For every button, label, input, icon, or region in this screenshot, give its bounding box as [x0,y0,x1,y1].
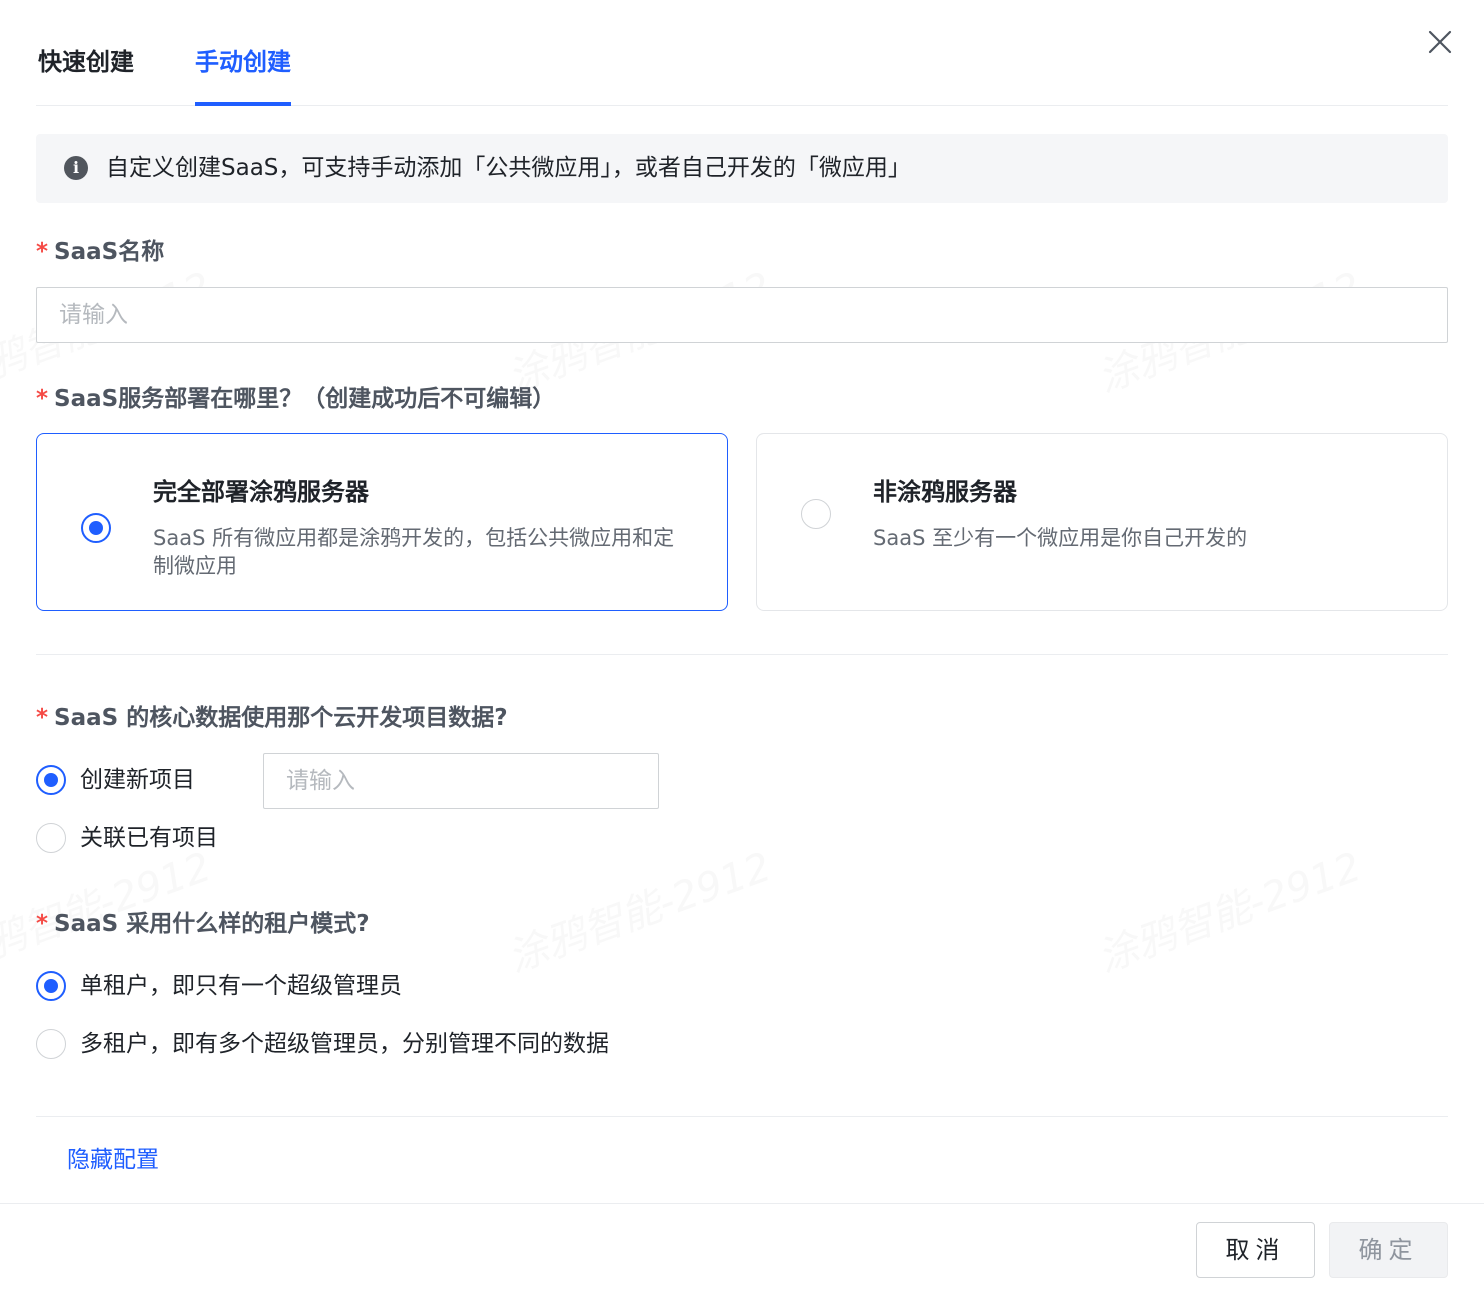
deploy-option-desc: SaaS 至少有一个微应用是你自己开发的 [873,526,1248,550]
info-text: 自定义创建SaaS，可支持手动添加「公共微应用」，或者自己开发的「微应用」 [106,155,911,181]
tenant-mode-label-text: SaaS 采用什么样的租户模式? [54,911,370,937]
deploy-option-title: 非涂鸦服务器 [873,478,1017,506]
deploy-label-text: SaaS服务部署在哪里？（创建成功后不可编辑） [54,386,556,412]
deploy-option-title: 完全部署涂鸦服务器 [153,478,369,506]
deploy-label: * SaaS服务部署在哪里？（创建成功后不可编辑） [36,383,555,415]
watermark: 涂鸦智能-2912 [501,843,778,982]
deploy-option-tuya[interactable]: 完全部署涂鸦服务器 SaaS 所有微应用都是涂鸦开发的，包括公共微应用和定制微应… [36,433,728,611]
divider [36,654,1448,655]
create-project-label: 创建新项目 [80,767,195,793]
tab-manual-create[interactable]: 手动创建 [195,44,291,106]
saas-name-input[interactable] [36,287,1448,343]
required-mark: * [36,911,49,937]
info-banner: i 自定义创建SaaS，可支持手动添加「公共微应用」，或者自己开发的「微应用」 [36,134,1448,203]
tenant-mode-label: * SaaS 采用什么样的租户模式? [36,908,370,940]
cancel-button[interactable]: 取消 [1196,1222,1315,1278]
saas-name-label: * SaaS名称 [36,236,164,268]
core-data-option-existing[interactable]: 关联已有项目 [36,818,276,858]
project-name-input[interactable] [263,753,659,809]
confirm-button[interactable]: 确定 [1329,1222,1448,1278]
required-mark: * [36,239,49,265]
tenant-option-multi[interactable]: 多租户，即有多个超级管理员，分别管理不同的数据 [36,1024,676,1064]
required-mark: * [36,386,49,412]
hide-config-link[interactable]: 隐藏配置 [67,1144,159,1176]
watermark: 涂鸦智能-2912 [1091,843,1368,982]
deploy-tuya-radio[interactable] [81,513,111,543]
core-data-option-new[interactable]: 创建新项目 [36,760,236,800]
tenant-option-single[interactable]: 单租户，即只有一个超级管理员 [36,966,456,1006]
divider [36,1116,1448,1117]
multi-tenant-label: 多租户，即有多个超级管理员，分别管理不同的数据 [80,1031,609,1057]
info-icon: i [64,156,88,180]
link-project-radio[interactable] [36,823,66,853]
single-tenant-radio[interactable] [36,971,66,1001]
core-data-label: * SaaS 的核心数据使用那个云开发项目数据? [36,702,508,734]
core-data-label-text: SaaS 的核心数据使用那个云开发项目数据? [54,705,508,731]
single-tenant-label: 单租户，即只有一个超级管理员 [80,973,402,999]
deploy-non-tuya-radio[interactable] [801,499,831,529]
create-project-radio[interactable] [36,765,66,795]
multi-tenant-radio[interactable] [36,1029,66,1059]
footer-divider [0,1203,1484,1204]
saas-name-label-text: SaaS名称 [54,239,165,265]
tab-quick-create[interactable]: 快速创建 [38,44,134,106]
close-icon[interactable] [1426,28,1454,56]
required-mark: * [36,705,49,731]
deploy-option-non-tuya[interactable]: 非涂鸦服务器 SaaS 至少有一个微应用是你自己开发的 [756,433,1448,611]
deploy-option-desc: SaaS 所有微应用都是涂鸦开发的，包括公共微应用和定制微应用 [153,526,675,578]
link-project-label: 关联已有项目 [80,825,218,851]
tab-bar: 快速创建 手动创建 [36,0,1448,106]
